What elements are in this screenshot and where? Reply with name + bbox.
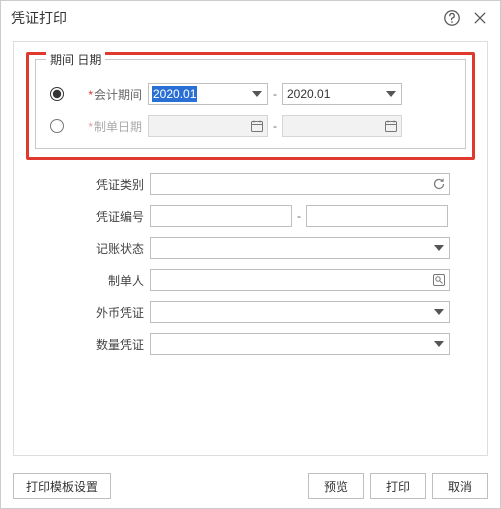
period-date-highlight: 期间 日期 *会计期间 2020.01 2020.01 - 2020.01 [26, 52, 475, 160]
row-maker: 制单人 [30, 268, 475, 292]
label-accounting-period: *会计期间 [78, 86, 148, 103]
voucher-print-dialog: 凭证打印 期间 日期 *会计期间 2020.01 [0, 0, 501, 509]
radio-by-date[interactable] [50, 119, 64, 133]
dialog-footer: 打印模板设置 预览 打印 取消 [1, 464, 500, 508]
label-fx-voucher: 外币凭证 [30, 304, 150, 321]
close-icon[interactable] [470, 8, 490, 28]
lookup-icon[interactable] [432, 273, 446, 287]
range-sep: - [292, 209, 306, 223]
input-date-from [148, 115, 268, 137]
preview-button[interactable]: 预览 [308, 473, 364, 499]
row-by-period: *会计期间 2020.01 2020.01 - 2020.01 [46, 82, 455, 106]
select-qty-voucher[interactable] [150, 333, 450, 355]
period-date-legend: 期间 日期 [46, 51, 105, 68]
refresh-icon[interactable] [432, 177, 446, 191]
label-post-status: 记账状态 [30, 240, 150, 257]
row-fx-voucher: 外币凭证 [30, 300, 475, 324]
label-make-date: *制单日期 [78, 118, 148, 135]
print-button[interactable]: 打印 [370, 473, 426, 499]
label-qty-voucher: 数量凭证 [30, 336, 150, 353]
label-voucher-type: 凭证类别 [30, 176, 150, 193]
row-voucher-no: 凭证编号 - [30, 204, 475, 228]
input-voucher-no-to[interactable] [306, 205, 448, 227]
select-fx-voucher[interactable] [150, 301, 450, 323]
label-voucher-no: 凭证编号 [30, 208, 150, 225]
select-post-status[interactable] [150, 237, 450, 259]
row-qty-voucher: 数量凭证 [30, 332, 475, 356]
titlebar: 凭证打印 [1, 1, 500, 35]
cancel-button[interactable]: 取消 [432, 473, 488, 499]
help-icon[interactable] [442, 8, 462, 28]
dialog-title: 凭证打印 [11, 8, 67, 28]
select-period-to[interactable]: 2020.01 [282, 83, 402, 105]
select-period-from[interactable]: 2020.01 [148, 83, 268, 105]
row-voucher-type: 凭证类别 [30, 172, 475, 196]
radio-by-period[interactable] [50, 87, 64, 101]
label-maker: 制单人 [30, 272, 150, 289]
period-date-group: 期间 日期 *会计期间 2020.01 2020.01 - 2020.01 [35, 59, 466, 149]
row-by-date: *制单日期 - [46, 114, 455, 138]
row-post-status: 记账状态 [30, 236, 475, 260]
input-date-to [282, 115, 402, 137]
filter-fields: 凭证类别 凭证编号 - 记账状态 [30, 172, 475, 356]
range-sep: - [268, 119, 282, 133]
range-sep: - [268, 87, 282, 101]
input-voucher-type[interactable] [150, 173, 450, 195]
input-voucher-no-from[interactable] [150, 205, 292, 227]
dialog-body: 期间 日期 *会计期间 2020.01 2020.01 - 2020.01 [1, 35, 500, 464]
template-settings-button[interactable]: 打印模板设置 [13, 473, 111, 499]
input-maker[interactable] [150, 269, 450, 291]
